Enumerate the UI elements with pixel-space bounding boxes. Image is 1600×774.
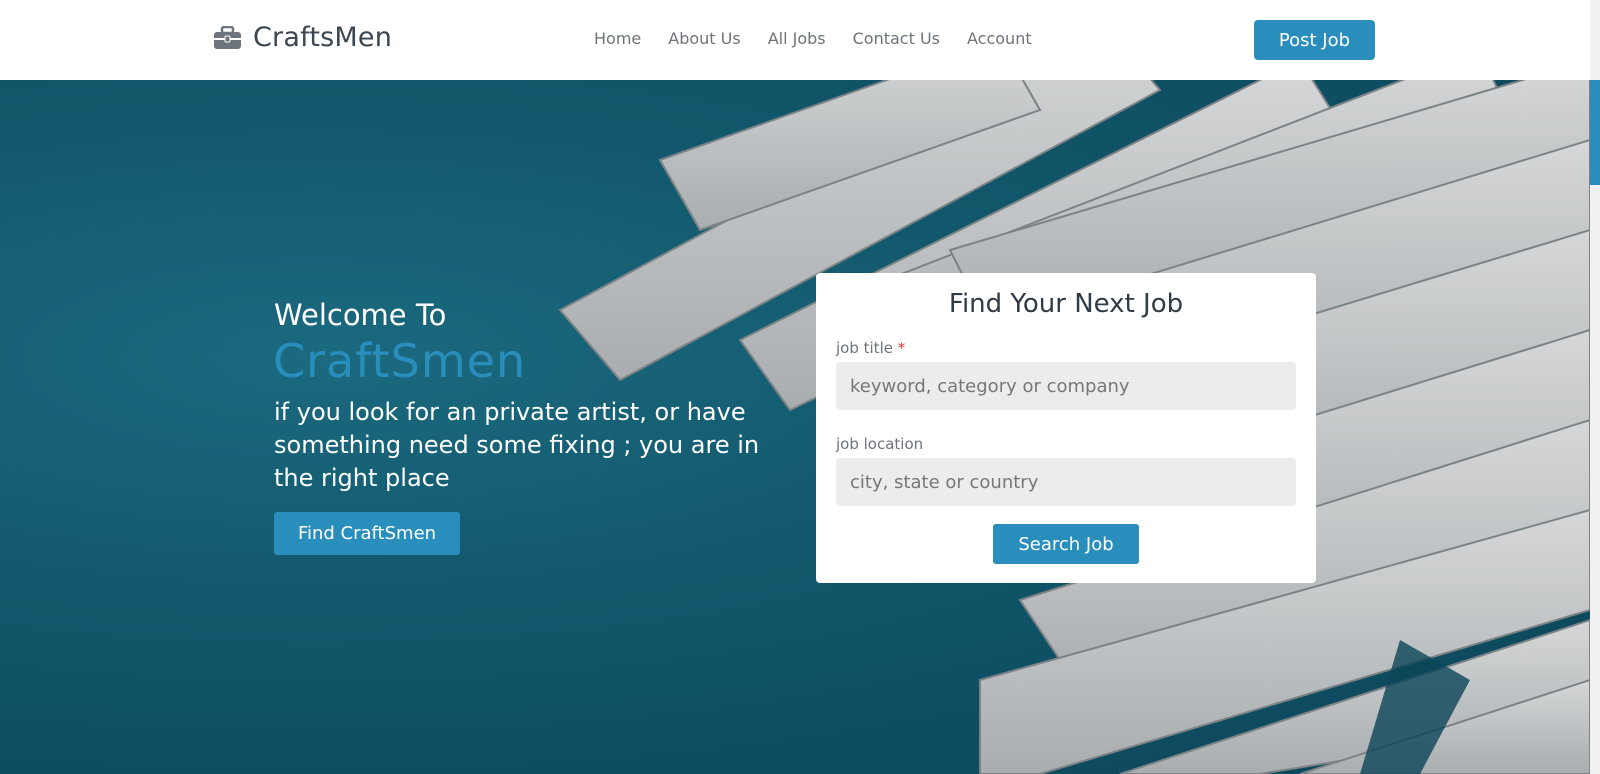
briefcase-icon — [214, 25, 241, 50]
nav-link-all-jobs[interactable]: All Jobs — [768, 29, 826, 48]
job-search-card: Find Your Next Job job title * job locat… — [816, 273, 1316, 583]
hero-section: Welcome To CraftSmen if you look for an … — [0, 80, 1590, 774]
nav-link-contact-us[interactable]: Contact Us — [853, 29, 940, 48]
scrollbar-thumb[interactable] — [1590, 80, 1600, 185]
nav-link-about-us[interactable]: About Us — [668, 29, 740, 48]
brand-logo[interactable]: CraftsMen — [214, 22, 392, 53]
job-search-title: Find Your Next Job — [948, 289, 1184, 319]
brand-name: CraftsMen — [253, 22, 393, 53]
top-navbar: CraftsMen Home About Us All Jobs Contact… — [0, 0, 1590, 80]
job-location-label: job location — [836, 435, 924, 453]
required-mark: * — [897, 339, 906, 357]
job-title-label: job title * — [836, 339, 905, 357]
page-scrollbar[interactable] — [1590, 0, 1600, 774]
hero-brand-name: CraftSmen — [273, 334, 527, 388]
find-craftsmen-button[interactable]: Find CraftSmen — [274, 512, 460, 555]
nav-link-home[interactable]: Home — [594, 29, 641, 48]
hero-tagline: if you look for an private artist, or ha… — [274, 398, 760, 492]
nav-links: Home About Us All Jobs Contact Us Accoun… — [594, 29, 1059, 48]
post-job-button[interactable]: Post Job — [1254, 20, 1375, 60]
hero-background-image — [558, 80, 1590, 774]
nav-link-account[interactable]: Account — [967, 29, 1032, 48]
job-title-input[interactable] — [836, 362, 1296, 410]
job-title-label-text: job title — [836, 339, 893, 357]
search-job-button[interactable]: Search Job — [993, 524, 1139, 564]
hero-welcome: Welcome To — [274, 298, 447, 332]
job-location-input[interactable] — [836, 458, 1296, 506]
